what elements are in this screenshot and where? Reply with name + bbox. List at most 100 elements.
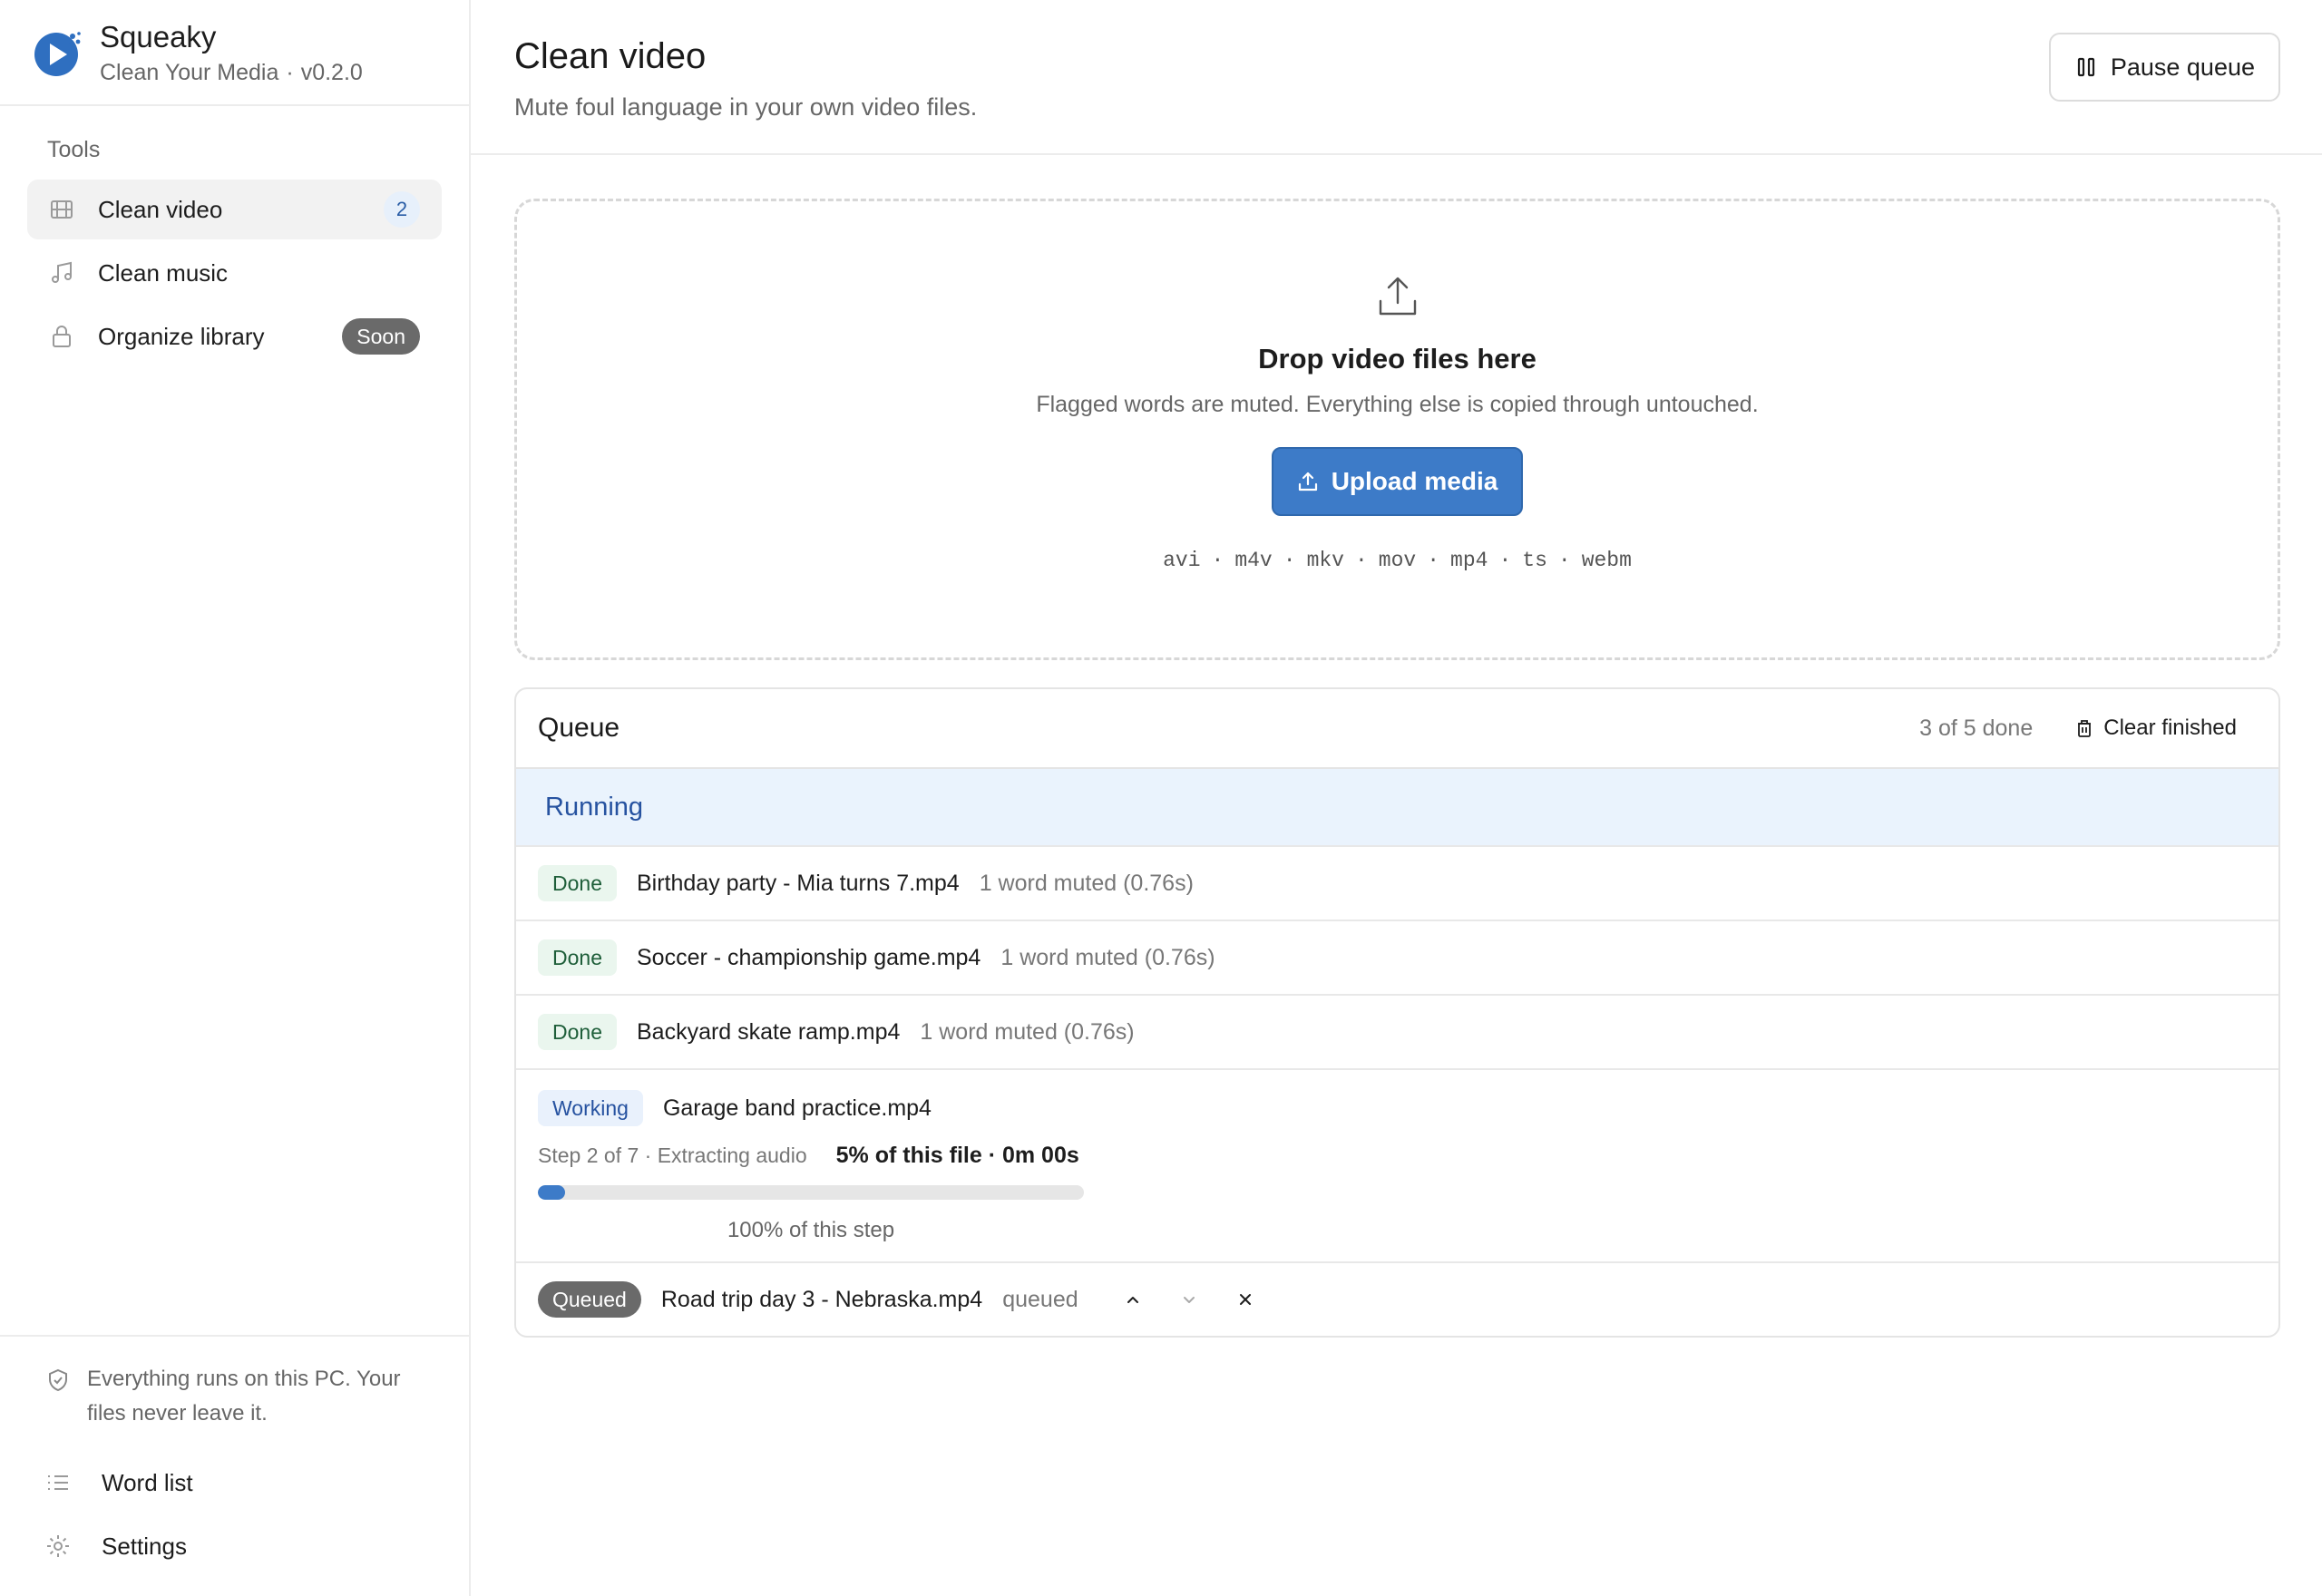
- main-panel: Clean video Mute foul language in your o…: [471, 0, 2322, 1596]
- format-separator: ·: [1498, 549, 1512, 572]
- content: Drop video files here Flagged words are …: [471, 155, 2322, 1338]
- format-separator: ·: [1427, 549, 1440, 572]
- file-name: Road trip day 3 - Nebraska.mp4: [660, 1286, 983, 1312]
- progress-fill: [538, 1185, 566, 1200]
- pause-queue-label: Pause queue: [2110, 53, 2255, 81]
- working-header: Working Garage band practice.mp4: [538, 1090, 2257, 1126]
- status-badge: Done: [538, 1014, 617, 1050]
- status-badge: Done: [538, 939, 617, 976]
- status-badge: Working: [538, 1090, 643, 1126]
- file-dropzone[interactable]: Drop video files here Flagged words are …: [514, 199, 2280, 660]
- status-badge: Done: [538, 865, 617, 901]
- file-name: Soccer - championship game.mp4: [636, 944, 981, 970]
- file-result: 1 word muted (0.76s): [920, 1018, 1135, 1045]
- pause-icon: [2077, 57, 2094, 77]
- sidebar-item-label: Organize library: [98, 322, 265, 350]
- format-label: m4v: [1234, 549, 1273, 572]
- queue-header: Queue 3 of 5 done Clear finished: [516, 689, 2278, 767]
- queue-row-queued: Queued Road trip day 3 - Nebraska.mp4 qu…: [516, 1261, 2278, 1336]
- count-badge: 2: [384, 191, 420, 228]
- list-icon: [45, 1470, 71, 1495]
- film-icon: [49, 197, 74, 222]
- tools-nav: Tools Clean video 2 Clean music Organize…: [0, 106, 469, 370]
- file-status-text: queued: [1002, 1286, 1078, 1312]
- page-title: Clean video: [514, 36, 707, 76]
- chevron-down-icon: [1183, 1297, 1195, 1303]
- format-separator: ·: [1283, 549, 1296, 572]
- music-note-icon: [49, 260, 74, 286]
- file-name: Garage band practice.mp4: [662, 1095, 932, 1121]
- app-logo-icon: [34, 32, 81, 76]
- sidebar-item-word-list[interactable]: Word list: [45, 1451, 442, 1514]
- running-section-header: Running: [516, 767, 2278, 845]
- format-label: avi: [1163, 549, 1201, 572]
- format-separator: ·: [1211, 549, 1224, 572]
- app-tagline: Clean Your Media: [100, 59, 279, 85]
- app-subtitle: Clean Your Media · v0.2.0: [100, 60, 363, 86]
- sidebar-item-clean-music[interactable]: Clean music: [27, 243, 442, 303]
- gear-icon: [45, 1533, 71, 1559]
- queue-row-done: Done Backyard skate ramp.mp4 1 word mute…: [516, 994, 2278, 1068]
- queue-title: Queue: [538, 713, 620, 743]
- brand: Squeaky Clean Your Media · v0.2.0: [0, 0, 469, 106]
- soon-badge: Soon: [342, 318, 420, 355]
- move-down-button[interactable]: [1176, 1287, 1202, 1312]
- queue-tools: 3 of 5 done Clear finished: [1919, 715, 2242, 742]
- dropzone-subtitle: Flagged words are muted. Everything else…: [1036, 392, 1759, 417]
- nav-heading: Tools: [47, 137, 101, 162]
- sidebar-item-label: Clean video: [98, 195, 223, 223]
- app-window: Squeaky Clean Your Media · v0.2.0 Tools Cl…: [0, 0, 2322, 1596]
- file-name: Birthday party - Mia turns 7.mp4: [636, 870, 960, 896]
- file-progress-label: 5% of this file · 0m 00s: [835, 1143, 1079, 1168]
- lock-icon: [49, 324, 74, 349]
- upload-icon: [1379, 277, 1416, 316]
- sidebar-item-settings[interactable]: Settings: [45, 1514, 442, 1578]
- page-header: Clean video Mute foul language in your o…: [471, 0, 2322, 155]
- app-name: Squeaky: [100, 20, 217, 54]
- privacy-note: Everything runs on this PC. Your files n…: [45, 1362, 442, 1431]
- upload-icon: [1298, 472, 1317, 491]
- file-result: 1 word muted (0.76s): [1000, 944, 1215, 970]
- sidebar: Squeaky Clean Your Media · v0.2.0 Tools Cl…: [0, 0, 471, 1596]
- shield-check-icon: [49, 1368, 67, 1392]
- sidebar-item-clean-video[interactable]: Clean video 2: [27, 180, 442, 239]
- format-label: webm: [1581, 549, 1632, 572]
- clear-finished-label: Clear finished: [2103, 715, 2237, 740]
- format-label: mp4: [1450, 549, 1488, 572]
- app-separator: ·: [286, 59, 294, 85]
- dropzone-title: Drop video files here: [1258, 343, 1537, 375]
- queue-panel: Queue 3 of 5 done Clear finished Running…: [514, 687, 2280, 1338]
- sidebar-item-organize-library[interactable]: Organize library Soon: [27, 307, 442, 366]
- sidebar-item-label: Clean music: [98, 258, 229, 287]
- step-progress-label: 100% of this step: [727, 1218, 895, 1242]
- app-version: v0.2.0: [300, 59, 363, 85]
- privacy-text: Everything runs on this PC. Your files n…: [87, 1367, 401, 1426]
- sidebar-item-label: Word list: [102, 1468, 193, 1496]
- upload-media-button[interactable]: Upload media: [1271, 447, 1524, 516]
- chevron-up-icon: [1127, 1297, 1138, 1303]
- clear-finished-button[interactable]: Clear finished: [2069, 715, 2242, 742]
- move-up-button[interactable]: [1120, 1287, 1146, 1312]
- pause-queue-button[interactable]: Pause queue: [2048, 33, 2280, 102]
- format-label: mov: [1378, 549, 1417, 572]
- format-separator: ·: [1557, 549, 1571, 572]
- sidebar-item-label: Settings: [102, 1532, 187, 1560]
- queue-progress-count: 3 of 5 done: [1919, 715, 2034, 741]
- step-info: Step 2 of 7 · Extracting audio 5% of thi…: [538, 1143, 2257, 1169]
- file-name: Backyard skate ramp.mp4: [636, 1018, 901, 1045]
- page-subtitle: Mute foul language in your own video fil…: [514, 93, 978, 121]
- file-result: 1 word muted (0.76s): [979, 870, 1194, 896]
- supported-formats: avi · m4v · mkv · mov · mp4 · ts · webm: [1163, 549, 1632, 572]
- file-progress-bar: [538, 1185, 1084, 1200]
- upload-media-label: Upload media: [1331, 467, 1498, 495]
- step-label: Step 2 of 7 · Extracting audio: [538, 1143, 807, 1167]
- queue-row-working: Working Garage band practice.mp4 Step 2 …: [516, 1068, 2278, 1261]
- remove-button[interactable]: [1233, 1287, 1258, 1312]
- queue-row-done: Done Birthday party - Mia turns 7.mp4 1 …: [516, 845, 2278, 920]
- format-label: ts: [1522, 549, 1547, 572]
- close-icon: [1239, 1294, 1251, 1305]
- format-label: mkv: [1306, 549, 1344, 572]
- row-actions: [1120, 1287, 1258, 1312]
- status-badge: Queued: [538, 1281, 641, 1318]
